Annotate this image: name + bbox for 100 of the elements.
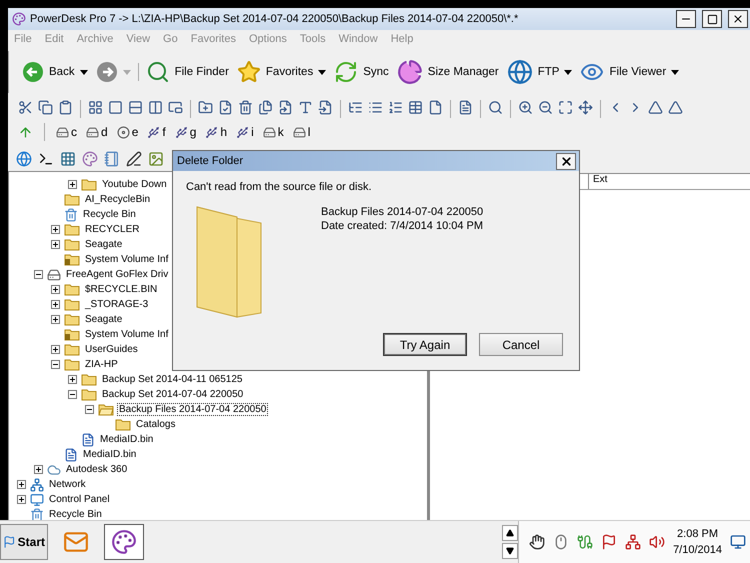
drive-button[interactable]: d [86,125,108,139]
search-icon[interactable] [488,100,503,115]
toolbar-button[interactable]: FTP [504,57,576,87]
start-button[interactable]: Start [0,524,48,560]
paste-icon[interactable] [58,100,73,115]
toolbar-button[interactable]: Favorites [234,58,330,86]
list-icon[interactable] [368,100,383,115]
tree-item[interactable]: Youtube Down [100,178,169,191]
toolbar-button[interactable]: File Viewer [577,58,682,86]
network-icon[interactable] [625,534,642,550]
close-button[interactable] [556,152,576,170]
drive-button[interactable]: f [147,125,166,139]
grid-icon[interactable] [60,151,76,167]
trash-icon[interactable] [238,100,253,115]
drive-button[interactable]: e [116,125,138,139]
toolbar-button[interactable]: Back [19,59,91,85]
up-folder-icon[interactable] [18,124,33,140]
tree-item[interactable]: Backup Set 2014-07-04 220050 [100,388,246,401]
move-icon[interactable] [578,100,593,115]
collapse-icon[interactable] [34,270,43,279]
tree-item[interactable]: RECYCLER [83,223,142,236]
expand-icon[interactable] [68,180,77,189]
page-icon[interactable] [428,100,443,115]
tree-item[interactable]: Seagate [83,313,124,326]
collapse-icon[interactable] [51,360,60,369]
notebook-icon[interactable] [104,151,120,167]
move-file-icon[interactable] [278,100,293,115]
tree-item[interactable]: Catalogs [134,418,178,431]
drive-button[interactable]: g [174,125,196,139]
expand-icon[interactable] [17,480,26,489]
expand-icon[interactable] [51,285,60,294]
tree-item[interactable]: System Volume Inf [83,253,170,266]
expand-icon[interactable] [68,375,77,384]
expand-icon[interactable] [51,345,60,354]
file-check-icon[interactable] [218,100,233,115]
vertical-split-icon[interactable] [148,100,163,115]
tree-item[interactable]: System Volume Inf [83,328,170,341]
tree-item[interactable]: UserGuides [83,343,140,356]
scroll-up-button[interactable] [502,525,518,541]
table-icon[interactable] [408,100,423,115]
tree-item[interactable]: Recycle Bin [81,208,138,221]
drive-button[interactable]: l [292,125,310,139]
scroll-down-button[interactable] [502,543,518,559]
expand-icon[interactable] [34,465,43,474]
clock-date[interactable]: 7/10/2014 [673,542,722,558]
tree-item[interactable]: Backup Files 2014-07-04 220050 [117,403,268,416]
drive-button[interactable]: i [236,125,254,139]
toolbar-button[interactable]: Size Manager [394,57,502,87]
file-input-icon[interactable] [318,100,333,115]
maximize-button[interactable] [702,10,722,28]
minimize-button[interactable] [676,10,696,28]
single-pane-icon[interactable] [108,100,123,115]
zoom-in-icon[interactable] [518,100,533,115]
paint-icon[interactable] [82,151,98,167]
list-tree-icon[interactable] [348,100,363,115]
drive-button[interactable]: k [262,125,284,139]
tree-item[interactable]: Control Panel [47,493,112,506]
plug-icon[interactable] [577,534,594,550]
files-icon[interactable] [258,100,273,115]
dialog-button[interactable]: Cancel [479,333,563,356]
tree-item[interactable]: ZIA-HP [83,358,120,371]
tree-item[interactable]: MediaID.bin [98,433,156,446]
hand-icon[interactable] [529,534,546,550]
browser-icon[interactable] [16,151,32,167]
tree-item[interactable]: _STORAGE-3 [83,298,150,311]
toolbar-button[interactable]: File Finder [142,58,232,86]
scissors-icon[interactable] [18,100,33,115]
horizontal-split-icon[interactable] [128,100,143,115]
tree-item[interactable]: FreeAgent GoFlex Driv [64,268,170,281]
tree-item[interactable]: Backup Set 2014-04-11 065125 [100,373,244,386]
clock-time[interactable]: 2:08 PM [677,526,718,542]
drive-button[interactable]: c [56,125,77,139]
toolbar-button[interactable]: Sync [331,58,392,86]
close-button[interactable] [728,10,748,28]
details-icon[interactable] [388,100,403,115]
copy-icon[interactable] [38,100,53,115]
show-desktop-icon[interactable] [730,534,746,550]
tree-item[interactable]: Recycle Bin [47,508,104,520]
expand-icon[interactable] [51,225,60,234]
tree-item[interactable]: Autodesk 360 [64,463,130,476]
speaker-icon[interactable] [649,534,666,550]
taskbar-app-button[interactable] [104,524,144,560]
grid-layout-icon[interactable] [88,100,103,115]
tree-item[interactable]: AI_RecycleBin [83,193,152,206]
window-icon[interactable] [168,100,183,115]
tree-item[interactable]: MediaID.bin [81,448,138,461]
expand-icon[interactable] [51,300,60,309]
mouse-icon[interactable] [553,534,570,550]
tree-item[interactable]: $RECYCLE.BIN [83,283,160,296]
drive-button[interactable]: h [205,125,228,139]
collapse-icon[interactable] [85,405,94,414]
notepad-icon[interactable] [126,151,142,167]
fit-icon[interactable] [558,100,573,115]
terminal-icon[interactable] [38,151,54,167]
collapse-icon[interactable] [68,390,77,399]
expand-icon[interactable] [51,315,60,324]
new-folder-icon[interactable] [198,100,213,115]
document-icon[interactable] [458,100,473,115]
rename-icon[interactable] [298,100,313,115]
picture-icon[interactable] [148,151,164,167]
